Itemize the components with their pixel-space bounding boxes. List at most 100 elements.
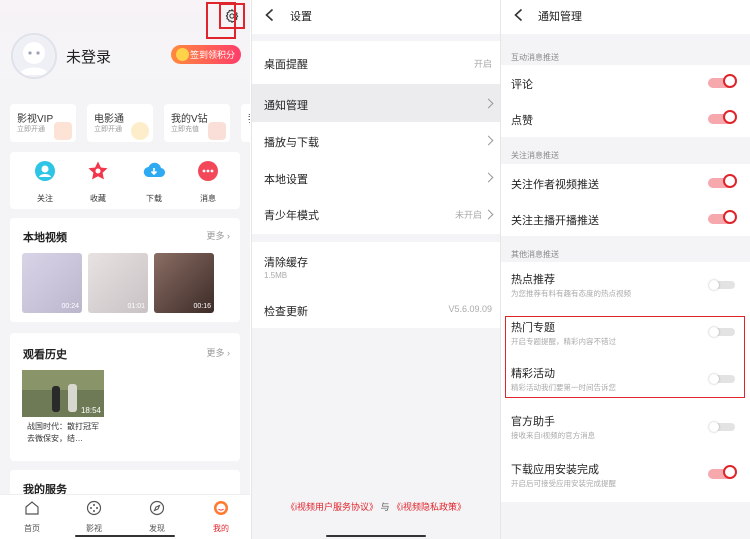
thumb-figure xyxy=(52,386,60,412)
group-follow: 关注作者视频推送 关注主播开播推送 xyxy=(501,164,750,236)
notify-label: 热点推荐 xyxy=(511,274,555,286)
setting-clear-cache[interactable]: 清除缓存 1.5MB xyxy=(252,242,500,286)
download-icon xyxy=(143,162,166,178)
local-video-more[interactable]: 更多 › xyxy=(206,229,230,242)
video-duration: 00:24 xyxy=(61,303,79,310)
notification-panel: 通知管理 互动消息推送 评论 点赞 关注消息推送 关注作者视频推送 关注主播开播… xyxy=(500,0,750,539)
setting-value: 未开启 xyxy=(454,210,482,220)
setting-label: 桌面提醒 xyxy=(264,59,308,71)
shortcut-download[interactable]: 下载 xyxy=(134,160,174,204)
setting-notify-manage[interactable]: 通知管理 xyxy=(252,84,500,122)
shortcut-messages[interactable]: 消息 xyxy=(188,160,228,204)
setting-youth-mode[interactable]: 青少年模式 未开启 xyxy=(252,194,500,234)
vip-crown-icon xyxy=(54,122,72,140)
toggle-knob xyxy=(723,465,737,479)
shortcut-label: 收藏 xyxy=(90,194,106,203)
setting-label: 本地设置 xyxy=(264,174,308,186)
notify-label: 点赞 xyxy=(511,115,533,127)
toggle-follow-author[interactable] xyxy=(708,174,737,188)
local-video-thumb[interactable]: 00:16 xyxy=(154,253,214,313)
video-duration: 18:54 xyxy=(80,406,101,415)
settings-nav-bar: 设置 xyxy=(252,0,500,34)
signin-label: 签到领积分 xyxy=(189,50,235,60)
thumb-background xyxy=(22,370,104,390)
toggle-follow-live[interactable] xyxy=(708,210,737,224)
vip-card-video[interactable]: 影视VIP 立即开通 xyxy=(10,104,76,142)
notify-title: 通知管理 xyxy=(538,11,582,23)
highlight-box xyxy=(505,316,745,398)
toggle-knob xyxy=(723,110,737,124)
shortcut-follow[interactable]: 关注 xyxy=(25,160,65,204)
coin-icon xyxy=(176,48,189,61)
group-interaction: 评论 点赞 xyxy=(501,65,750,137)
vip-card-sub: 立即充值 xyxy=(171,126,199,133)
cache-size: 1.5MB xyxy=(264,271,288,280)
setting-check-update[interactable]: 检查更新 V5.6.09.09 xyxy=(252,286,500,328)
toggle-knob xyxy=(723,174,737,188)
setting-local[interactable]: 本地设置 xyxy=(252,158,500,194)
tab-me-highlight xyxy=(206,2,236,39)
setting-desktop-reminder[interactable]: 桌面提醒 开启 xyxy=(252,41,500,84)
history-video-caption[interactable]: 战国时代：散打冠军去微保安，结… xyxy=(27,421,105,445)
policy-links: 《i视频用户服务协议》 与 《i视频隐私政策》 xyxy=(252,500,500,513)
notify-sub: 接收来自i视频的官方消息 xyxy=(511,431,596,440)
toggle-install-done[interactable] xyxy=(708,465,737,479)
shortcut-label: 下载 xyxy=(146,194,162,203)
vip-card-v-diamond[interactable]: 我的V钻 立即充值 xyxy=(164,104,230,142)
policy-and: 与 xyxy=(380,502,390,512)
notify-label: 关注主播开播推送 xyxy=(511,215,599,227)
notify-label: 下载应用安装完成 xyxy=(511,464,599,476)
tab-discover[interactable]: 发现 xyxy=(137,500,177,534)
signin-points-button[interactable]: 签到领积分 xyxy=(171,45,241,64)
default-avatar-icon xyxy=(13,35,55,77)
group-head-other: 其他消息推送 xyxy=(511,250,559,259)
vip-card-sub: 立即开通 xyxy=(94,126,122,133)
setting-play-download[interactable]: 播放与下载 xyxy=(252,122,500,158)
shortcut-card: 关注 收藏 下载 消息 xyxy=(10,152,240,209)
watch-history-title: 观看历史 xyxy=(23,349,67,361)
back-arrow-icon[interactable] xyxy=(262,7,278,23)
chevron-right-icon xyxy=(483,98,494,109)
tab-home[interactable]: 首页 xyxy=(12,500,52,534)
user-agreement-link[interactable]: 《i视频用户服务协议》 xyxy=(286,502,378,512)
setting-label: 青少年模式 xyxy=(264,210,319,222)
local-video-title: 本地视频 xyxy=(23,232,67,244)
vip-card-movie-pass[interactable]: 电影通 立即开通 xyxy=(87,104,153,142)
local-video-thumb[interactable]: 01:01 xyxy=(88,253,148,313)
home-icon xyxy=(25,501,39,515)
chevron-right-icon xyxy=(483,172,494,183)
notify-sub: 为您推荐有料有趣有态度的热点视频 xyxy=(511,289,631,298)
vip-card-more[interactable]: 我 xyxy=(241,104,250,142)
watch-history-more[interactable]: 更多 › xyxy=(206,346,230,359)
settings-panel: 设置 桌面提醒 开启 通知管理 播放与下载 本地设置 青少年模式 未开启 清除缓… xyxy=(251,0,500,539)
privacy-policy-link[interactable]: 《i视频隐私政策》 xyxy=(392,502,466,512)
toggle-knob xyxy=(709,422,719,432)
notify-sub: 开启后可接受应用安装完成提醒 xyxy=(511,479,616,488)
diamond-icon xyxy=(208,122,226,140)
toggle-like[interactable] xyxy=(708,110,737,124)
me-icon xyxy=(214,501,228,515)
bottom-tab-bar: 首页 影视 发现 我的 xyxy=(0,494,250,539)
toggle-knob xyxy=(709,280,719,290)
toggle-knob xyxy=(723,210,737,224)
notify-label: 评论 xyxy=(511,79,533,91)
tab-me[interactable]: 我的 xyxy=(201,500,241,534)
avatar[interactable] xyxy=(11,33,57,79)
shortcut-label: 消息 xyxy=(200,194,216,203)
shortcut-favorites[interactable]: 收藏 xyxy=(78,160,118,204)
setting-label: 检查更新 xyxy=(264,306,308,318)
login-status[interactable]: 未登录 xyxy=(66,46,111,67)
toggle-hot-recommend[interactable] xyxy=(709,280,735,290)
settings-title: 设置 xyxy=(290,11,312,23)
toggle-comment[interactable] xyxy=(708,74,737,88)
video-duration: 01:01 xyxy=(127,303,145,310)
home-indicator xyxy=(326,535,426,537)
tab-film[interactable]: 影视 xyxy=(74,500,114,534)
local-video-thumb[interactable]: 00:24 xyxy=(22,253,82,313)
notify-nav-bar: 通知管理 xyxy=(501,0,750,34)
video-duration: 00:16 xyxy=(193,303,211,310)
toggle-assistant[interactable] xyxy=(709,422,735,432)
history-video-thumb[interactable]: 18:54 xyxy=(22,370,104,417)
back-arrow-icon[interactable] xyxy=(511,7,527,23)
chevron-right-icon xyxy=(483,135,494,146)
